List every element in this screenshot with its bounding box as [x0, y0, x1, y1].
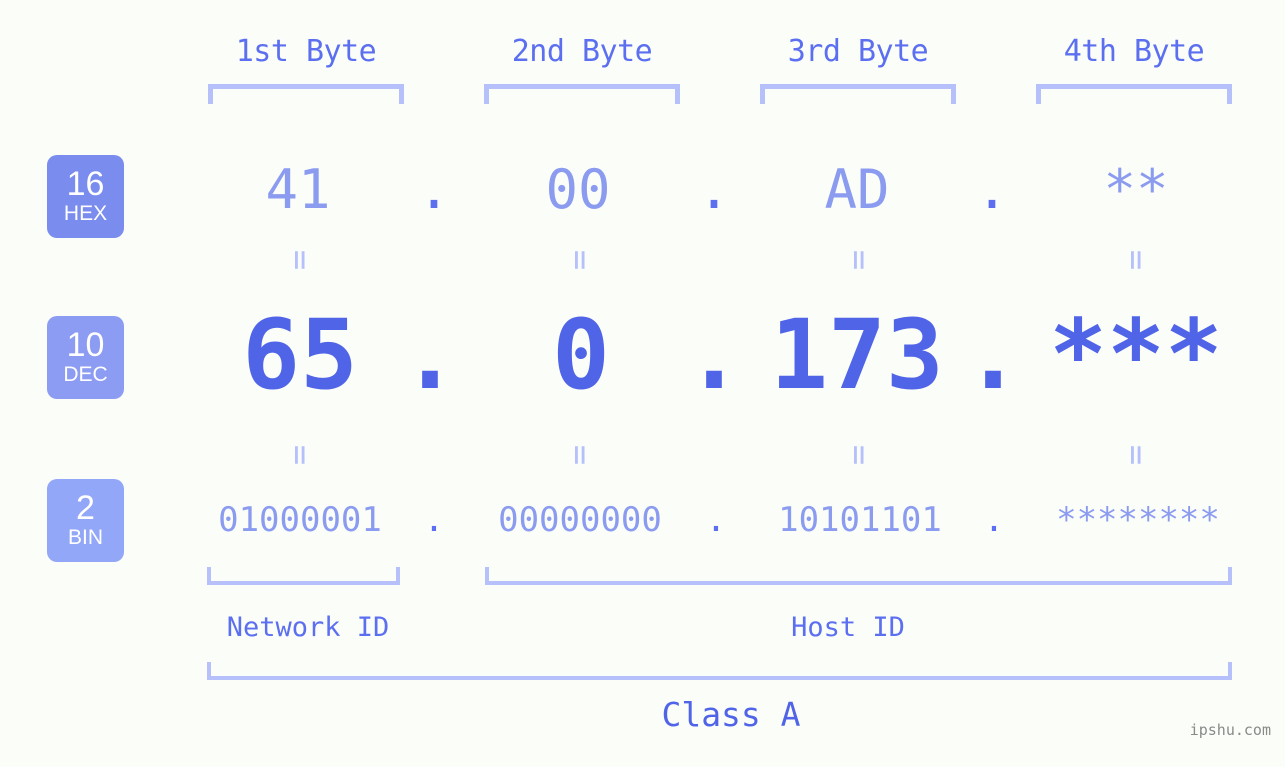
base-badge-dec: 10 DEC [47, 316, 124, 399]
byte-bracket-2 [484, 84, 680, 104]
byte-header-2: 2nd Byte [511, 34, 653, 69]
bin-octet-3: 10101101 [778, 500, 942, 540]
byte-bracket-3 [760, 84, 956, 104]
site-watermark: ipshu.com [1189, 721, 1271, 739]
equals-connector-dec-bin-2: = [560, 444, 600, 466]
network-id-label: Network ID [226, 612, 390, 643]
hex-octet-3: AD [824, 158, 890, 221]
bin-separator-2: . [705, 500, 727, 540]
bin-octet-4: ******** [1056, 500, 1220, 540]
equals-connector-hex-dec-2: = [560, 249, 600, 271]
equals-connector-dec-bin-1: = [280, 444, 320, 466]
base-badge-hex: 16 HEX [47, 155, 124, 238]
dec-separator-1: . [401, 299, 459, 411]
equals-connector-dec-bin-3: = [839, 444, 879, 466]
host-id-bracket [485, 567, 1232, 585]
dec-octet-2: 0 [552, 299, 610, 411]
network-id-bracket [207, 567, 400, 585]
byte-bracket-1 [208, 84, 404, 104]
dec-octet-1: 65 [242, 299, 358, 411]
bin-octet-1: 01000001 [218, 500, 382, 540]
class-label: Class A [661, 695, 801, 734]
ip-address-breakdown-diagram: 1st Byte 2nd Byte 3rd Byte 4th Byte 16 H… [0, 0, 1285, 767]
bin-octet-2: 00000000 [498, 500, 662, 540]
equals-connector-hex-dec-3: = [839, 249, 879, 271]
hex-octet-2: 00 [545, 158, 611, 221]
base-badge-hex-number: 16 [66, 165, 105, 203]
class-bracket [207, 662, 1232, 680]
host-id-label: Host ID [791, 612, 905, 643]
base-badge-bin-abbr: BIN [67, 526, 103, 549]
hex-separator-1: . [417, 158, 451, 221]
base-badge-hex-abbr: HEX [63, 202, 108, 225]
equals-connector-hex-dec-1: = [280, 249, 320, 271]
byte-header-3: 3rd Byte [787, 34, 929, 69]
bin-separator-1: . [423, 500, 445, 540]
byte-bracket-4 [1036, 84, 1232, 104]
dec-octet-3: 173 [770, 299, 944, 411]
equals-connector-dec-bin-4: = [1116, 444, 1156, 466]
base-badge-bin: 2 BIN [47, 479, 124, 562]
equals-connector-hex-dec-4: = [1116, 249, 1156, 271]
base-badge-dec-number: 10 [66, 326, 105, 364]
dec-separator-2: . [685, 299, 743, 411]
bin-separator-3: . [983, 500, 1005, 540]
dec-octet-4: *** [1049, 299, 1223, 411]
hex-separator-2: . [697, 158, 731, 221]
hex-octet-1: 41 [265, 158, 331, 221]
byte-header-1: 1st Byte [235, 34, 377, 69]
byte-header-4: 4th Byte [1063, 34, 1205, 69]
dec-separator-3: . [964, 299, 1022, 411]
hex-separator-3: . [975, 158, 1009, 221]
hex-octet-4: ** [1103, 158, 1169, 221]
base-badge-bin-number: 2 [76, 489, 95, 527]
base-badge-dec-abbr: DEC [63, 363, 108, 386]
